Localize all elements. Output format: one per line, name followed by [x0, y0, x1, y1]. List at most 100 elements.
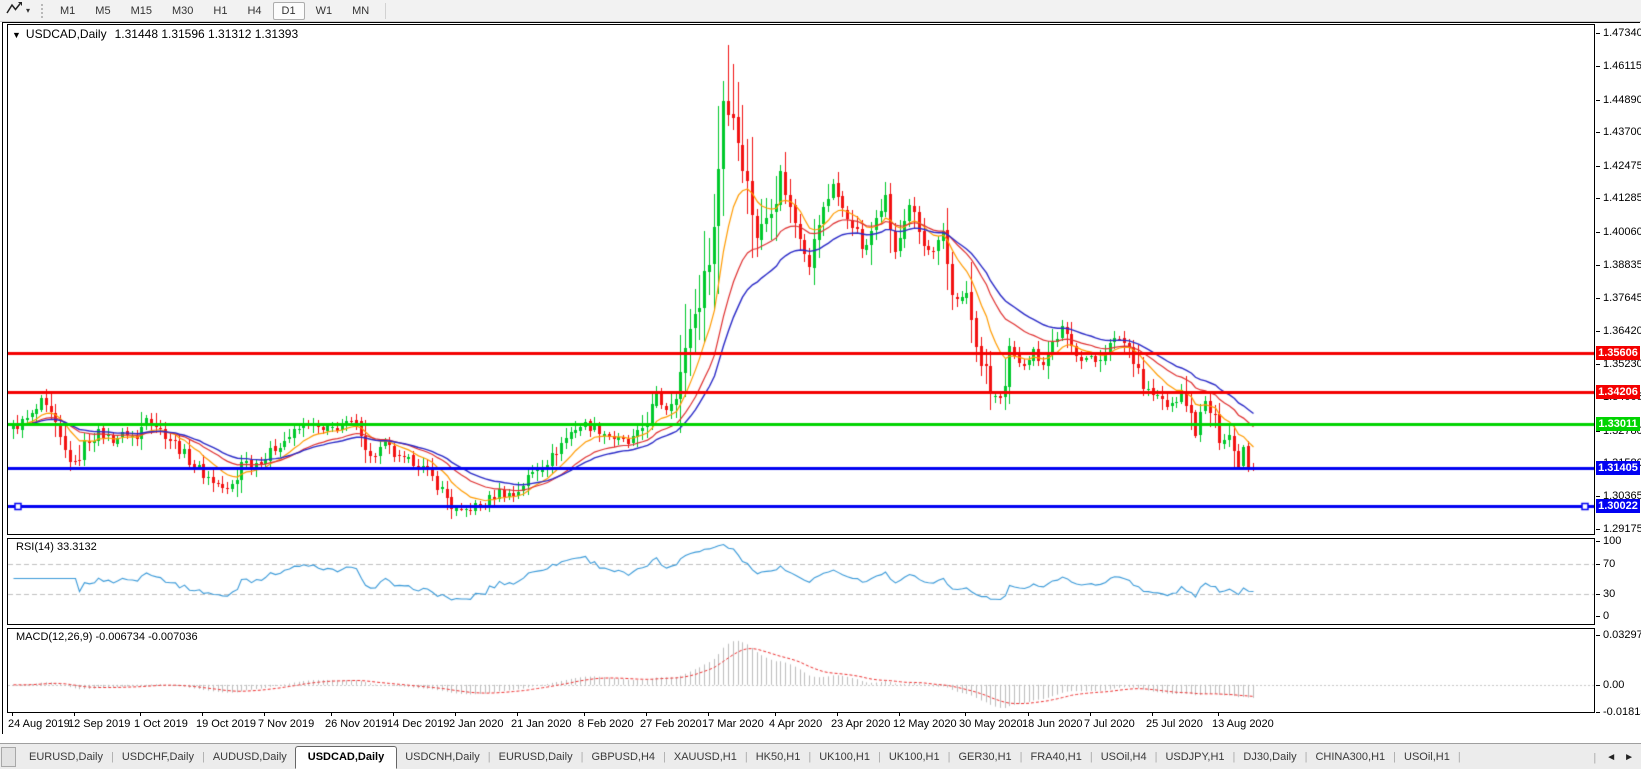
axis-tick-mark	[1596, 564, 1600, 565]
chart-tab-AUDUSD-Daily[interactable]: AUDUSD,Daily	[205, 747, 295, 769]
date-label: 12 Sep 2019	[68, 718, 130, 730]
timeframe-button-D1[interactable]: D1	[273, 2, 305, 20]
date-tick-mark	[455, 713, 456, 716]
date-tick-mark	[708, 713, 709, 716]
date-tick-mark	[202, 713, 203, 716]
tab-scroll-left-icon[interactable]: ◄	[1602, 751, 1620, 764]
chart-tab-USDCHF-Daily[interactable]: USDCHF,Daily	[114, 747, 202, 769]
date-label: 21 Jan 2020	[511, 718, 572, 730]
axis-tick-mark	[1596, 198, 1600, 199]
date-tick-mark	[393, 713, 394, 716]
chart-tab-USOil-H4[interactable]: USOil,H4	[1093, 747, 1155, 769]
date-label: 2 Jan 2020	[449, 718, 503, 730]
date-tick-mark	[775, 713, 776, 716]
date-label: 19 Oct 2019	[196, 718, 256, 730]
chart-tab-DJ30-Daily[interactable]: DJ30,Daily	[1235, 747, 1304, 769]
line-price-label: 1.33011	[1596, 417, 1640, 431]
timeframe-button-H1[interactable]: H1	[204, 2, 236, 20]
chart-tab-USOil-H1[interactable]: USOil,H1	[1396, 747, 1458, 769]
axis-tick-mark	[1596, 298, 1600, 299]
tab-separator: |	[1593, 752, 1602, 764]
chart-tab-UK100-H1[interactable]: UK100,H1	[811, 747, 878, 769]
price-chart-canvas[interactable]	[8, 25, 1594, 534]
price-tick-label: 1.46115	[1603, 60, 1641, 72]
date-tick-mark	[12, 713, 13, 716]
macd-chart-canvas[interactable]	[8, 629, 1594, 712]
macd-label: MACD(12,26,9) -0.006734 -0.007036	[16, 631, 198, 643]
axis-tick-mark	[1596, 616, 1600, 617]
toolbar-separator	[385, 3, 386, 19]
chart-tab-GER30-H1[interactable]: GER30,H1	[950, 747, 1019, 769]
date-label: 17 Mar 2020	[702, 718, 764, 730]
chart-tab-GBPUSD-H4[interactable]: GBPUSD,H4	[583, 747, 663, 769]
timeframe-button-W1[interactable]: W1	[307, 2, 342, 20]
chart-tab-HK50-H1[interactable]: HK50,H1	[748, 747, 809, 769]
chevron-down-icon: ▾	[26, 6, 30, 15]
date-tick-mark	[646, 713, 647, 716]
date-label: 7 Jul 2020	[1084, 718, 1135, 730]
timeframe-button-M15[interactable]: M15	[122, 2, 161, 20]
tab-scroll-right-icon[interactable]: ►	[1620, 751, 1638, 764]
collapse-chart-icon[interactable]: ▼	[12, 30, 21, 40]
price-tick-label: 1.36420	[1603, 325, 1641, 337]
date-tick-mark	[1152, 713, 1153, 716]
axis-tick-mark	[1596, 33, 1600, 34]
line-price-label: 1.35606	[1596, 346, 1640, 360]
date-tick-mark	[331, 713, 332, 716]
top-toolbar: ▾ M1M5M15M30H1H4D1W1MN	[0, 0, 1641, 22]
axis-tick-mark	[1596, 331, 1600, 332]
timeframe-button-MN[interactable]: MN	[343, 2, 378, 20]
line-price-label: 1.34206	[1596, 385, 1640, 399]
chart-tab-XAUUSD-H1[interactable]: XAUUSD,H1	[666, 747, 745, 769]
macd-tick-label: 0.032972	[1603, 629, 1641, 641]
date-tick-mark	[584, 713, 585, 716]
date-tick-mark	[1090, 713, 1091, 716]
timeframe-button-M30[interactable]: M30	[163, 2, 202, 20]
date-label: 8 Feb 2020	[578, 718, 634, 730]
date-tick-mark	[74, 713, 75, 716]
rsi-chart-canvas[interactable]	[8, 539, 1594, 624]
toolbar-drag-grip[interactable]	[41, 4, 43, 18]
price-tick-label: 1.29175	[1603, 523, 1641, 535]
chart-tab-USDCNH-Daily[interactable]: USDCNH,Daily	[397, 747, 488, 769]
chart-tab-CHINA300-H1[interactable]: CHINA300,H1	[1307, 747, 1393, 769]
rsi-panel: RSI(14) 33.3132	[7, 538, 1595, 625]
line-price-label: 1.31405	[1596, 461, 1640, 475]
date-label: 4 Apr 2020	[769, 718, 822, 730]
chart-tab-USDCAD-Daily[interactable]: USDCAD,Daily	[295, 746, 397, 769]
axis-tick-mark	[1596, 712, 1600, 713]
timeframe-button-M1[interactable]: M1	[51, 2, 84, 20]
price-axis[interactable]: 1.473401.461151.448901.437001.424751.412…	[1596, 21, 1641, 734]
timeframe-button-H4[interactable]: H4	[238, 2, 270, 20]
price-tick-label: 1.38835	[1603, 259, 1641, 271]
date-tick-mark	[1218, 713, 1219, 716]
price-tick-label: 1.37645	[1603, 292, 1641, 304]
chart-tabs-bar: EURUSD,Daily|USDCHF,Daily|AUDUSD,DailyUS…	[0, 734, 1641, 768]
axis-tick-mark	[1596, 529, 1600, 530]
timeframe-button-M5[interactable]: M5	[86, 2, 119, 20]
date-label: 14 Dec 2019	[387, 718, 449, 730]
chart-tabs-strip: EURUSD,Daily|USDCHF,Daily|AUDUSD,DailyUS…	[0, 743, 1641, 769]
chart-tab-FRA40-H1[interactable]: FRA40,H1	[1023, 747, 1090, 769]
axis-tick-mark	[1596, 541, 1600, 542]
rsi-tick-label: 0	[1603, 610, 1609, 622]
macd-tick-label: -0.018154	[1603, 706, 1641, 718]
date-label: 25 Jul 2020	[1146, 718, 1203, 730]
price-tick-label: 1.40060	[1603, 226, 1641, 238]
chart-tab-UK100-H1[interactable]: UK100,H1	[881, 747, 948, 769]
rsi-tick-label: 30	[1603, 588, 1615, 600]
chart-tab-USDJPY-H1[interactable]: USDJPY,H1	[1157, 747, 1232, 769]
tabs-corner-grip	[1, 747, 16, 767]
rsi-tick-label: 70	[1603, 558, 1615, 570]
rsi-tick-label: 100	[1603, 535, 1621, 547]
time-axis[interactable]: 24 Aug 201912 Sep 20191 Oct 201919 Oct 2…	[7, 713, 1596, 734]
axis-tick-mark	[1596, 364, 1600, 365]
axis-tick-mark	[1596, 100, 1600, 101]
chart-tool-dropdown[interactable]: ▾	[0, 1, 34, 20]
date-tick-mark	[837, 713, 838, 716]
chart-title: ▼USDCAD,Daily1.31448 1.31596 1.31312 1.3…	[12, 27, 298, 41]
chart-tab-EURUSD-Daily[interactable]: EURUSD,Daily	[491, 747, 581, 769]
axis-tick-mark	[1596, 635, 1600, 636]
chart-tab-EURUSD-Daily[interactable]: EURUSD,Daily	[21, 747, 111, 769]
date-label: 24 Aug 2019	[8, 718, 70, 730]
